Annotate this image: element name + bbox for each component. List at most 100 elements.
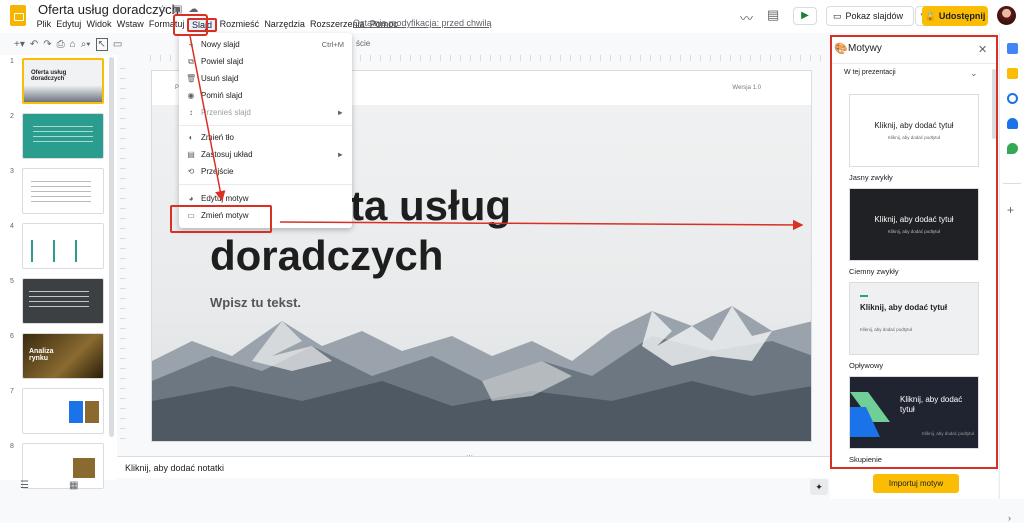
trash-icon: 🗑 [186, 74, 197, 83]
thumb-image [85, 401, 99, 423]
slide-thumbnail-5[interactable] [22, 278, 104, 324]
menu-slide[interactable]: Slajd [187, 18, 218, 32]
paint-format-icon[interactable]: ⌂ [70, 39, 76, 50]
slideshow-button[interactable]: ▭ Pokaz slajdów [826, 6, 914, 26]
menu-item-transition[interactable]: ⟲ Przejście [179, 163, 352, 180]
slide-number: 4 [10, 223, 14, 230]
menu-file[interactable]: Plik [34, 18, 54, 32]
highlight-box-change-theme [170, 205, 272, 233]
theme-card-dark[interactable]: Kliknij, aby dodać tytuł Kliknij, aby do… [849, 188, 979, 261]
menu-format[interactable]: Formatuj [146, 18, 187, 32]
slides-logo-icon[interactable] [10, 5, 26, 26]
theme-card-title: Kliknij, aby dodać tytuł [900, 395, 963, 414]
menu-item-delete-slide[interactable]: 🗑 Usuń slajd [179, 70, 352, 87]
thumb-content [33, 126, 93, 146]
theme-card-title: Kliknij, aby dodać tytuł [874, 215, 954, 224]
menu-item-label: Pomiń slajd [201, 91, 243, 100]
trend-icon[interactable]: 〰 [740, 8, 753, 27]
undo-icon[interactable]: ↶ [30, 39, 38, 50]
theme-card-focus[interactable]: Kliknij, aby dodać tytuł Kliknij, aby do… [849, 376, 979, 449]
select-icon[interactable]: ↖ [95, 37, 108, 51]
slide-thumbnail-4[interactable] [22, 223, 104, 269]
menu-item-apply-layout[interactable]: ▤ Zastosuj układ ► [179, 146, 352, 163]
meet-icon[interactable]: ▶ [793, 7, 817, 25]
keep-icon[interactable] [1007, 68, 1018, 79]
comment-icon[interactable]: ▤ [767, 7, 779, 23]
thumb-content [31, 240, 97, 262]
menu-insert[interactable]: Wstaw [114, 18, 146, 32]
title-icons: ☆ ▣ ☁ [158, 4, 198, 15]
theme-card-title: Kliknij, aby dodać tytuł [860, 303, 948, 312]
menu-item-skip-slide[interactable]: ◉ Pomiń slajd [179, 87, 352, 104]
menu-arrange[interactable]: Rozmieść [217, 18, 262, 32]
slide-subtitle[interactable]: Wpisz tu tekst. [210, 295, 301, 310]
zoom-icon[interactable]: ⌕▾ [81, 39, 91, 50]
menu-item-label: Nowy slajd [201, 40, 240, 49]
grid-view-icon[interactable]: ▦ [69, 480, 78, 499]
themes-filter-select[interactable]: W tej prezentacji [844, 69, 896, 76]
avatar[interactable] [997, 6, 1016, 25]
palette-icon: ◕ [188, 194, 194, 203]
cloud-icon[interactable]: ☁ [188, 4, 198, 15]
slide-title-line2: doradczych [210, 232, 444, 279]
theme-decoration [850, 392, 890, 437]
toolbar-transition-label[interactable]: ście [356, 39, 370, 48]
chevron-down-icon[interactable]: ⌄ [970, 68, 978, 79]
theme-card-title: Kliknij, aby dodać tytuł [874, 121, 954, 130]
palette-icon: 🎨 [834, 43, 848, 55]
lock-icon: 🔒 [924, 10, 936, 21]
maps-icon[interactable] [1007, 143, 1018, 154]
view-toggle: ☰ ▦ [0, 480, 117, 499]
menu-item-duplicate-slide[interactable]: ⧉ Powiel slajd [179, 53, 352, 70]
add-addon-icon[interactable]: + [1007, 203, 1014, 217]
theme-card-subtitle: Kliknij, aby dodać podtytuł [860, 327, 913, 332]
explore-icon[interactable]: ✦ [810, 479, 828, 495]
theme-card-streamline[interactable]: Kliknij, aby dodać tytuł Kliknij, aby do… [849, 282, 979, 355]
share-label: Udostępnij [938, 11, 986, 21]
panel-scrollbar[interactable] [992, 69, 996, 139]
menu-edit[interactable]: Edytuj [54, 18, 84, 32]
folder-icon[interactable]: ▣ [173, 4, 182, 15]
slide-menu-dropdown: + Nowy slajd Ctrl+M ⧉ Powiel slajd 🗑 Usu… [179, 33, 352, 228]
thumb-image [69, 401, 83, 423]
last-modified-link[interactable]: Ostatnia modyfikacja: przed chwilą [353, 18, 492, 28]
slide-number: 6 [10, 333, 14, 340]
contacts-icon[interactable] [1007, 118, 1018, 129]
slide-version-text[interactable]: Wersja 1.0 [732, 85, 761, 91]
menu-item-new-slide[interactable]: + Nowy slajd Ctrl+M [179, 36, 352, 53]
move-icon: ↕ [189, 108, 193, 117]
tasks-icon[interactable] [1007, 93, 1018, 104]
menu-item-label: Przejście [201, 167, 234, 176]
import-theme-button[interactable]: Importuj motyw [873, 474, 959, 493]
chevron-right-icon[interactable]: › [1008, 513, 1011, 523]
slide-number: 2 [10, 113, 14, 120]
menu-divider [179, 184, 352, 185]
slide-thumbnail-7[interactable] [22, 388, 104, 434]
list-view-icon[interactable]: ☰ [20, 480, 29, 499]
theme-card-light[interactable]: Kliknij, aby dodać tytuł Kliknij, aby do… [849, 94, 979, 167]
new-slide-icon[interactable]: +▾ [14, 39, 25, 50]
toolbar: +▾ ↶ ↷ ⎙ ⌂ ⌕▾ ↖ ▭ [0, 35, 830, 53]
themes-panel: 🎨 Motywy ✕ W tej prezentacji ⌄ Kliknij, … [830, 35, 998, 469]
textbox-icon[interactable]: ▭ [113, 39, 122, 50]
notes-placeholder[interactable]: Kliknij, aby dodać notatki [125, 463, 224, 473]
menu-tools[interactable]: Narzędzia [262, 18, 308, 32]
menu-item-label: Edytuj motyw [201, 194, 249, 203]
menu-bar: Plik Edytuj Widok Wstaw Formatuj Slajd R… [34, 18, 400, 32]
speaker-notes[interactable]: Kliknij, aby dodać notatki [117, 456, 835, 478]
menu-view[interactable]: Widok [84, 18, 114, 32]
filmstrip-scrollbar[interactable] [109, 57, 114, 437]
theme-name: Opływowy [849, 361, 884, 370]
calendar-icon[interactable] [1007, 43, 1018, 54]
redo-icon[interactable]: ↷ [43, 39, 51, 50]
close-icon[interactable]: ✕ [978, 43, 987, 56]
slide-thumbnail-6[interactable]: Analiza rynku [22, 333, 104, 379]
slide-thumbnail-2[interactable] [22, 113, 104, 159]
print-icon[interactable]: ⎙ [57, 39, 65, 50]
slide-thumbnail-1[interactable]: Oferta usług doradczych [22, 58, 104, 104]
star-icon[interactable]: ☆ [158, 4, 167, 15]
share-button[interactable]: 🔒 Udostępnij [922, 6, 988, 26]
resize-handle-icon[interactable]: ⋯ [466, 452, 473, 460]
slide-thumbnail-3[interactable] [22, 168, 104, 214]
menu-item-change-background[interactable]: ◐ Zmień tło [179, 129, 352, 146]
